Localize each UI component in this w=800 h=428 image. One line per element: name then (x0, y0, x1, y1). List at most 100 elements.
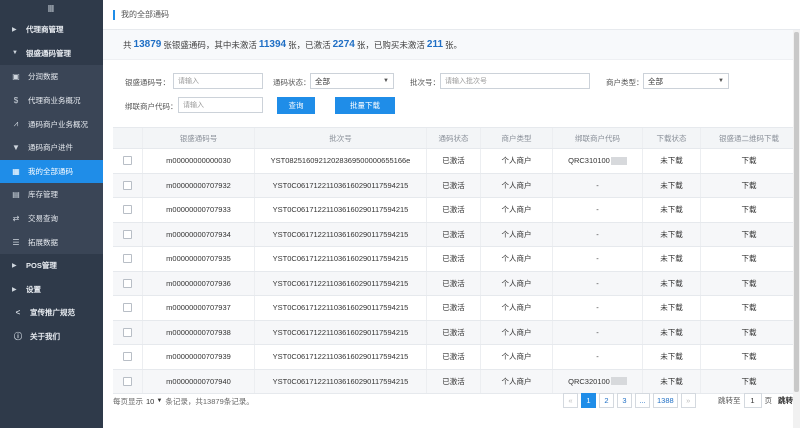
table-row: m00000000000030 YST0825160921202836950000… (113, 149, 797, 174)
page-button[interactable]: 3 (617, 393, 632, 408)
sidebar-item-label: 设置 (26, 284, 41, 294)
sidebar-item-13[interactable]: ⓘ 关于我们 (0, 325, 103, 349)
page-button[interactable]: ... (635, 393, 650, 408)
cell-mtype: 个人商户 (481, 222, 553, 246)
row-checkbox[interactable] (123, 352, 132, 362)
next-page-button[interactable]: » (680, 393, 696, 408)
row-checkbox[interactable] (123, 205, 132, 215)
sidebar-item-label: 关于我们 (30, 332, 60, 342)
code-label: 银盛通码号： (125, 78, 170, 87)
jump-page-input[interactable]: 1 (743, 393, 762, 408)
cell-merchant: - (553, 173, 643, 197)
row-checkbox[interactable] (123, 278, 132, 288)
total-count: 13879 (133, 39, 162, 50)
sidebar-item-label: 代理商业务概况 (28, 96, 81, 106)
info-icon: ⓘ (14, 332, 22, 342)
cell-mtype: 个人商户 (481, 247, 553, 271)
row-checkbox[interactable] (123, 254, 132, 264)
chevron-down-icon: ▼ (718, 78, 724, 84)
main-content: 我的全部通码 共 13879 张银盛通码，其中未激活 11394 张，已激活 2… (103, 0, 800, 428)
chart-icon: ▣ (12, 72, 20, 82)
menu-toggle[interactable]: Ⅲ (0, 0, 103, 18)
cell-download[interactable]: 下载 (701, 198, 797, 222)
cell-code: m00000000000030 (143, 149, 255, 173)
cell-mtype: 个人商户 (481, 296, 553, 320)
sidebar-item-1[interactable]: ▼ 银盛通码管理 (0, 42, 103, 66)
cell-status: 已激活 (427, 296, 481, 320)
row-checkbox[interactable] (123, 156, 132, 166)
row-checkbox[interactable] (123, 229, 132, 239)
sidebar-item-0[interactable]: ▶ 代理商管理 (0, 18, 103, 42)
sidebar-item-label: 通码商户进件 (28, 143, 73, 153)
scrollbar[interactable] (793, 30, 800, 428)
sidebar-item-label: 我的全部通码 (28, 166, 73, 176)
sidebar-item-label: 拓展数据 (28, 237, 58, 247)
cell-code: m00000000707934 (143, 222, 255, 246)
sidebar-item-6[interactable]: ▦ 我的全部通码 (0, 159, 103, 184)
cell-download[interactable]: 下载 (701, 345, 797, 369)
sidebar-item-label: 宣传推广规范 (30, 308, 75, 318)
cell-download[interactable]: 下载 (701, 247, 797, 271)
menu-icon: Ⅲ (47, 3, 56, 15)
batch-download-button[interactable]: 批量下载 (335, 97, 395, 114)
bought-count: 211 (426, 39, 444, 50)
active-count: 2274 (332, 39, 355, 50)
sidebar-item-3[interactable]: $ 代理商业务概况 (0, 88, 103, 113)
batch-input[interactable]: 请输入批次号 (440, 73, 590, 89)
cell-merchant: - (553, 247, 643, 271)
page-button[interactable]: 2 (599, 393, 614, 408)
scrollbar-thumb[interactable] (794, 32, 799, 392)
merchant-code-input[interactable]: 请输入 (178, 97, 263, 113)
row-checkbox[interactable] (123, 376, 132, 386)
cell-mtype: 个人商户 (481, 149, 553, 173)
cell-download[interactable]: 下载 (701, 296, 797, 320)
cell-download[interactable]: 下载 (701, 174, 797, 198)
sidebar-item-5[interactable]: ▼ 通码商户进件 (0, 135, 103, 160)
row-checkbox[interactable] (123, 180, 132, 190)
cell-merchant: - (553, 296, 643, 320)
sidebar-item-7[interactable]: ▤ 库存管理 (0, 183, 103, 207)
caret-right-icon: ▶ (12, 263, 17, 270)
cell-merchant: QRC310100 (553, 149, 643, 173)
briefcase-icon: ▤ (12, 190, 20, 200)
sidebar-item-11[interactable]: ▶ 设置 (0, 278, 103, 302)
column-header: 银盛通码号 (143, 128, 255, 148)
redacted-mask (610, 156, 627, 165)
sidebar-item-9[interactable]: ☰ 拓展数据 (0, 230, 103, 254)
cell-dl_status: 未下载 (643, 173, 701, 197)
sidebar-item-label: 库存管理 (28, 190, 58, 200)
jump-button[interactable]: 跳转 (778, 395, 793, 406)
status-select[interactable]: 全部 ▼ (310, 73, 394, 89)
cell-download[interactable]: 下载 (701, 321, 797, 345)
sidebar-item-12[interactable]: < 宣传推广规范 (0, 301, 103, 325)
sidebar-item-10[interactable]: ▶ POS管理 (0, 254, 103, 278)
row-checkbox[interactable] (123, 327, 132, 337)
pager: «1 2 3... 1388» (563, 393, 699, 408)
cell-download[interactable]: 下载 (701, 272, 797, 296)
cell-download[interactable]: 下载 (701, 223, 797, 247)
code-input[interactable]: 请输入 (173, 73, 263, 89)
cell-mtype: 个人商户 (481, 198, 553, 222)
caret-down-icon: ▼ (12, 50, 18, 57)
sidebar-item-label: 代理商管理 (26, 25, 64, 35)
cell-batch: YST0C061712211036160290117594215 (255, 247, 427, 271)
column-header: 批次号 (255, 128, 427, 148)
sidebar-item-4[interactable]: ⩘ 通码商户业务概况 (0, 112, 103, 136)
cell-batch: YST08251609212028369500000655166e (255, 149, 427, 173)
table-row: m00000000707932 YST0C06171221103616029011… (113, 173, 797, 198)
prev-page-button[interactable]: « (563, 393, 578, 408)
page-button[interactable]: 1 (581, 393, 596, 408)
sidebar-item-8[interactable]: ⇄ 交易查询 (0, 206, 103, 231)
sidebar-item-label: 交易查询 (28, 214, 58, 224)
cell-batch: YST0C061712211036160290117594215 (255, 320, 427, 344)
page-button[interactable]: 1388 (653, 393, 678, 408)
cell-download[interactable]: 下载 (701, 149, 797, 173)
merchant-type-select[interactable]: 全部 ▼ (643, 73, 729, 89)
row-checkbox[interactable] (123, 303, 132, 313)
sidebar-item-2[interactable]: ▣ 分润数据 (0, 65, 103, 89)
query-button[interactable]: 查询 (277, 97, 315, 114)
table-row: m00000000707935 YST0C06171221103616029011… (113, 247, 797, 272)
cell-dl_status: 未下载 (643, 345, 701, 369)
cell-status: 已激活 (427, 345, 481, 369)
per-page-select[interactable]: 10 ▼ (146, 397, 162, 406)
